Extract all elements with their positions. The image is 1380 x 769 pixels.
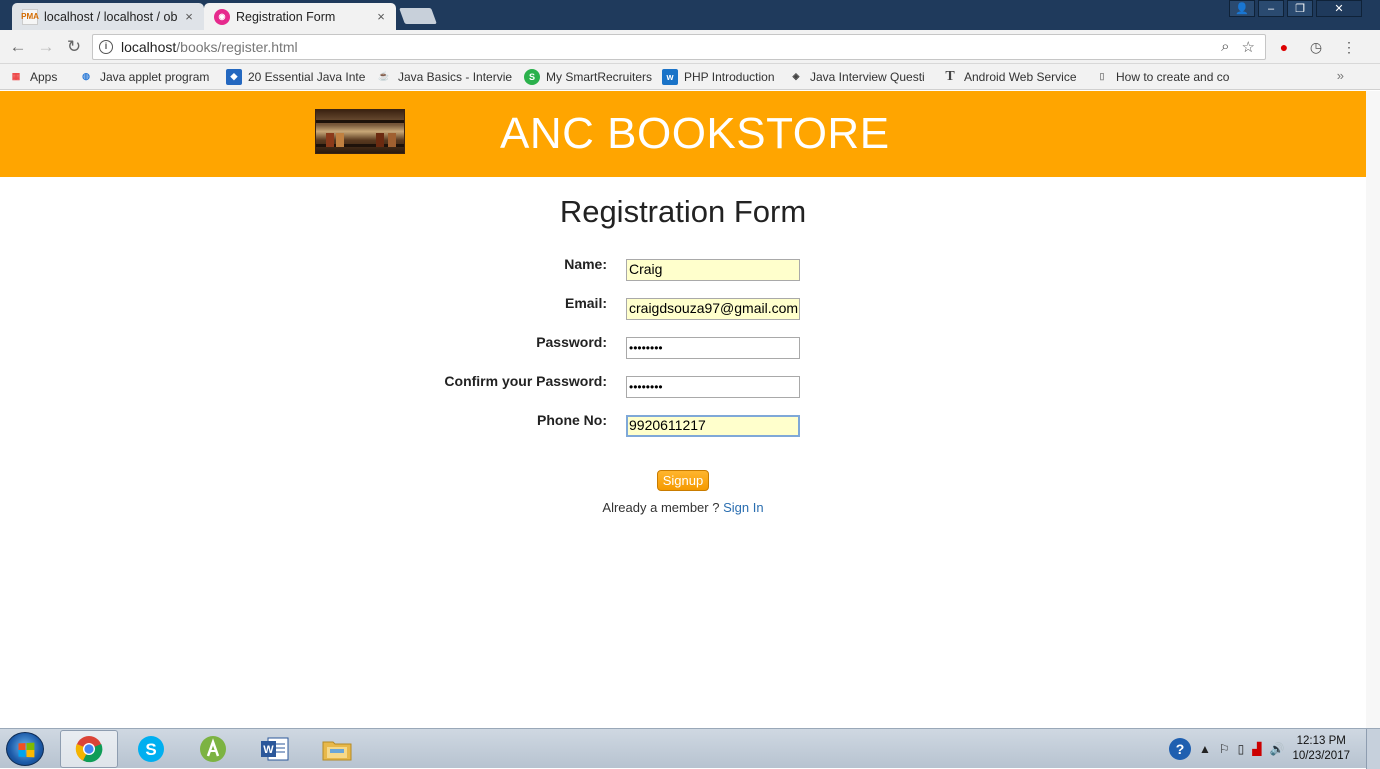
page-scrollbar[interactable] [1366, 91, 1380, 728]
page-title: Registration Form [559, 194, 807, 229]
bookmarks-bar: ▦ Apps ◍ Java applet program ◆ 20 Essent… [0, 64, 1380, 90]
password-label: Password: [536, 334, 607, 350]
globe-icon: ◍ [82, 71, 90, 81]
battery-icon[interactable]: ▯ [1238, 742, 1245, 756]
password-input[interactable]: •••••••• [626, 337, 800, 359]
password-row: Password: •••••••• [0, 334, 1366, 359]
browser-toolbar: ← → ↻ i localhost/books/register.html ⌕ … [0, 30, 1380, 64]
bookmark-php-introduction[interactable]: w PHP Introduction [662, 68, 780, 85]
url-path: /books/register.html [176, 39, 298, 55]
signup-button[interactable]: Signup [657, 470, 709, 491]
phone-input[interactable]: 9920611217 [626, 415, 800, 437]
name-label: Name: [564, 256, 607, 272]
file-explorer-icon[interactable] [308, 730, 366, 768]
close-tab-icon[interactable]: × [374, 9, 388, 24]
tab-phpmyadmin[interactable]: PMA localhost / localhost / ob × [12, 3, 204, 30]
back-icon[interactable]: ← [8, 37, 28, 57]
site-header: ANC BOOKSTORE [0, 91, 1366, 177]
show-hidden-icons[interactable]: ▲ [1199, 742, 1211, 756]
member-prompt: Already a member ? Sign In [0, 500, 1366, 515]
windows-taskbar: S W ? ▲ ⚐ ▯ ▟ 🔊 12:13 PM 10/23/2017 [0, 728, 1380, 769]
tab-title: Registration Form [236, 9, 336, 24]
network-icon[interactable]: ▟ [1252, 742, 1261, 756]
reload-icon[interactable]: ↻ [64, 37, 84, 57]
window-controls: 👤 – ❐ ✕ [1229, 0, 1362, 17]
name-input[interactable]: Craig [626, 259, 800, 281]
apps-grid-icon: ▦ [11, 71, 21, 81]
phpmyadmin-icon: PMA [21, 8, 39, 25]
smartrecruiters-icon: S [524, 68, 540, 85]
sign-in-link[interactable]: Sign In [723, 500, 763, 515]
browser-titlebar: PMA localhost / localhost / ob × ◉ Regis… [0, 0, 1380, 30]
url-host: localhost [121, 39, 177, 55]
w3schools-icon: w [662, 68, 678, 85]
restore-button[interactable]: ❐ [1287, 0, 1313, 17]
document-icon: ▯ [1099, 71, 1105, 81]
bookmark-smartrecruiters[interactable]: S My SmartRecruiters [524, 68, 654, 85]
bookmark-star-icon[interactable]: ☆ [1242, 38, 1255, 56]
java-icon: ☕ [378, 71, 390, 81]
address-bar[interactable]: i localhost/books/register.html ⌕ ☆ [92, 34, 1266, 60]
windows-logo-icon [18, 742, 35, 758]
confirm-password-label: Confirm your Password: [444, 373, 607, 389]
word-icon[interactable]: W [246, 730, 304, 768]
tab-title: localhost / localhost / ob [44, 9, 178, 24]
system-tray: ? ▲ ⚐ ▯ ▟ 🔊 12:13 PM 10/23/2017 [1168, 729, 1350, 769]
site-title: ANC BOOKSTORE [500, 109, 890, 158]
minimize-button[interactable]: – [1258, 0, 1284, 17]
bookmark-java-applet[interactable]: ◍ Java applet program [78, 69, 218, 85]
more-bookmarks-icon[interactable]: » [1337, 68, 1344, 83]
extension-icon[interactable]: ● [1275, 38, 1293, 56]
bookmark-java-interview[interactable]: ◈ Java Interview Questi [788, 69, 934, 85]
info-icon[interactable]: i [99, 40, 113, 54]
toptal-icon: ◆ [226, 68, 242, 85]
diamond-icon: ◈ [792, 71, 800, 81]
close-tab-icon[interactable]: × [182, 9, 196, 24]
confirm-password-input[interactable]: •••••••• [626, 376, 800, 398]
menu-icon[interactable]: ⋮ [1340, 38, 1358, 56]
bookstore-logo [315, 109, 405, 154]
show-desktop-button[interactable] [1366, 729, 1380, 769]
email-input[interactable]: craigdsouza97@gmail.com [626, 298, 800, 320]
phone-label: Phone No: [537, 412, 607, 428]
action-center-flag-icon[interactable]: ⚐ [1219, 742, 1230, 756]
registration-form-icon: ◉ [214, 8, 230, 25]
email-label: Email: [564, 295, 607, 311]
volume-icon[interactable]: 🔊 [1269, 742, 1284, 756]
phone-row: Phone No: 9920611217 [0, 412, 1366, 437]
bookmark-android-web-service[interactable]: T Android Web Service [942, 69, 1086, 85]
tab-registration-form[interactable]: ◉ Registration Form × [204, 3, 396, 30]
history-icon[interactable]: ◷ [1307, 38, 1325, 56]
svg-text:W: W [263, 744, 274, 756]
skype-icon[interactable]: S [122, 730, 180, 768]
taskbar-clock[interactable]: 12:13 PM 10/23/2017 [1292, 734, 1350, 764]
close-window-button[interactable]: ✕ [1316, 0, 1362, 17]
member-text: Already a member ? [602, 500, 720, 515]
profile-icon[interactable]: 👤 [1229, 0, 1255, 17]
start-button[interactable] [6, 732, 44, 766]
bookmark-apps[interactable]: ▦ Apps [8, 69, 70, 85]
android-studio-icon[interactable] [184, 730, 242, 768]
bookmark-essential-java[interactable]: ◆ 20 Essential Java Inte [226, 68, 368, 85]
bookmark-java-basics[interactable]: ☕ Java Basics - Intervie [376, 69, 516, 85]
help-icon[interactable]: ? [1168, 738, 1191, 760]
email-row: Email: craigdsouza97@gmail.com [0, 295, 1366, 320]
clock-time: 12:13 PM [1296, 735, 1346, 747]
svg-text:S: S [145, 740, 156, 759]
chrome-icon[interactable] [60, 730, 118, 768]
clock-date: 10/23/2017 [1292, 750, 1350, 762]
text-t-icon: T [945, 68, 955, 84]
name-row: Name: Craig [0, 256, 1366, 281]
confirm-password-row: Confirm your Password: •••••••• [0, 373, 1366, 398]
zoom-icon[interactable]: ⌕ [1221, 38, 1229, 56]
new-tab-button[interactable] [399, 8, 437, 24]
forward-icon[interactable]: → [36, 37, 56, 57]
bookmark-how-to-create[interactable]: ▯ How to create and co [1094, 69, 1230, 85]
